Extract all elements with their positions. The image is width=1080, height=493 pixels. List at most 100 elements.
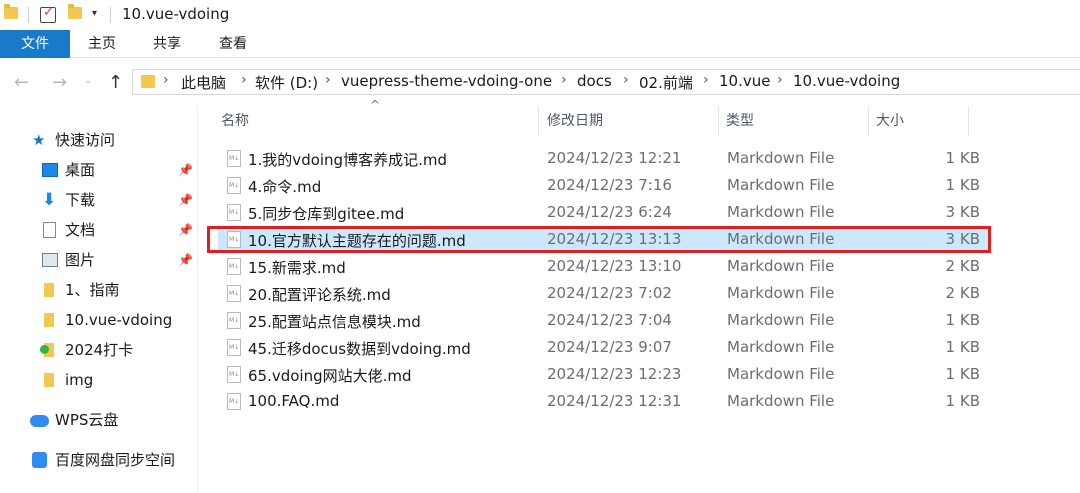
- column-header-type[interactable]: 类型: [726, 106, 754, 136]
- folder-icon: [4, 4, 18, 19]
- pin-icon[interactable]: 📌: [178, 247, 193, 273]
- divider: [28, 7, 29, 23]
- tab-share[interactable]: 共享: [136, 30, 198, 58]
- sidebar-item-label: 文档: [65, 221, 96, 239]
- file-row[interactable]: 100.FAQ.md 2024/12/23 12:31 Markdown File 1…: [218, 389, 990, 415]
- file-date: 2024/12/23 13:10: [547, 257, 682, 275]
- pin-icon[interactable]: 📌: [178, 217, 193, 243]
- back-arrow-icon[interactable]: ←: [14, 72, 29, 93]
- tab-home[interactable]: 主页: [72, 30, 132, 58]
- file-name: 1.我的vdoing博客养成记.md: [248, 151, 447, 169]
- file-row[interactable]: 25.配置站点信息模块.md 2024/12/23 7:04 Markdown Fi…: [218, 308, 990, 334]
- chevron-right-icon[interactable]: ›: [561, 72, 567, 88]
- file-type: Markdown File: [727, 284, 835, 302]
- file-row[interactable]: 10.官方默认主题存在的问题.md 2024/12/23 13:13 Markdow…: [218, 227, 990, 253]
- sidebar-item-pictures[interactable]: 图片 📌: [42, 247, 198, 273]
- sidebar-item-desktop[interactable]: 桌面 📌: [42, 157, 198, 183]
- breadcrumb-drive-d[interactable]: 软件 (D:): [255, 72, 318, 93]
- desktop-icon: [42, 163, 58, 177]
- file-date: 2024/12/23 12:21: [547, 149, 682, 167]
- file-size: 2 KB: [945, 257, 980, 275]
- file-name: 4.命令.md: [248, 178, 322, 196]
- divider: [110, 7, 111, 23]
- chevron-right-icon[interactable]: ›: [241, 72, 247, 88]
- file-date: 2024/12/23 7:16: [547, 176, 672, 194]
- column-divider[interactable]: [968, 106, 969, 136]
- sidebar-item-label: 百度网盘同步空间: [55, 451, 176, 469]
- markdown-file-icon: [227, 258, 241, 275]
- chevron-right-icon[interactable]: ›: [623, 72, 629, 88]
- breadcrumb-vue[interactable]: 10.vue: [719, 72, 770, 90]
- file-name: 5.同步仓库到gitee.md: [248, 205, 405, 223]
- column-header-date[interactable]: 修改日期: [547, 106, 603, 136]
- file-type: Markdown File: [727, 338, 835, 356]
- breadcrumb-vue-vdoing[interactable]: 10.vue-vdoing: [793, 72, 900, 90]
- column-divider[interactable]: [868, 106, 869, 136]
- recent-locations-chevron-icon[interactable]: ⌄: [84, 75, 92, 86]
- file-row[interactable]: 20.配置评论系统.md 2024/12/23 7:02 Markdown File…: [218, 281, 990, 307]
- markdown-file-icon: [227, 366, 241, 383]
- file-date: 2024/12/23 7:04: [547, 311, 672, 329]
- file-size: 2 KB: [945, 284, 980, 302]
- properties-check-icon[interactable]: [40, 5, 56, 23]
- sidebar-item-documents[interactable]: 文档 📌: [42, 217, 198, 243]
- navigation-pane: ★ 快速访问 桌面 📌 ⬇ 下载 📌 文档 📌 图片 📌 1、指南 10.vue…: [0, 106, 198, 493]
- pin-icon[interactable]: 📌: [178, 187, 193, 213]
- file-name: 15.新需求.md: [248, 259, 346, 277]
- chevron-right-icon[interactable]: ›: [163, 72, 169, 88]
- star-icon: ★: [32, 131, 46, 149]
- folder-icon: [141, 75, 155, 88]
- file-name: 65.vdoing网站大佬.md: [248, 367, 412, 385]
- file-row[interactable]: 4.命令.md 2024/12/23 7:16 Markdown File 1 KB: [218, 173, 990, 199]
- pin-icon[interactable]: 📌: [178, 157, 193, 183]
- customize-toolbar-dropdown-icon[interactable]: ▾: [92, 8, 97, 19]
- sort-ascending-icon: ^: [370, 98, 381, 112]
- file-type: Markdown File: [727, 203, 835, 221]
- sidebar-item-label: img: [65, 371, 94, 389]
- file-size: 1 KB: [945, 149, 980, 167]
- file-size: 1 KB: [945, 311, 980, 329]
- sidebar-item-downloads[interactable]: ⬇ 下载 📌: [42, 187, 198, 213]
- file-type: Markdown File: [727, 392, 835, 410]
- markdown-file-icon: [227, 312, 241, 329]
- tab-file[interactable]: 文件: [0, 30, 70, 58]
- file-row[interactable]: 45.迁移docus数据到vdoing.md 2024/12/23 9:07 Mar…: [218, 335, 990, 361]
- markdown-file-icon: [227, 393, 241, 410]
- file-row[interactable]: 65.vdoing网站大佬.md 2024/12/23 12:23 Markdown…: [218, 362, 990, 388]
- navigation-bar: ← → ⌄ ↑ › 此电脑 › 软件 (D:) › vuepress-theme…: [0, 58, 1080, 106]
- address-bar[interactable]: › 此电脑 › 软件 (D:) › vuepress-theme-vdoing-…: [132, 69, 1080, 95]
- sidebar-item-label: WPS云盘: [55, 411, 119, 429]
- tab-view[interactable]: 查看: [202, 30, 264, 58]
- forward-arrow-icon[interactable]: →: [52, 72, 67, 93]
- picture-icon: [42, 253, 58, 267]
- new-folder-icon[interactable]: [68, 4, 82, 19]
- title-bar: ▾ 10.vue-vdoing: [0, 0, 1080, 30]
- sidebar-item-label: 1、指南: [65, 281, 120, 299]
- file-size: 1 KB: [945, 365, 980, 383]
- cloud-icon: [30, 415, 49, 427]
- breadcrumb-this-pc[interactable]: 此电脑: [181, 72, 226, 93]
- breadcrumb-vuepress-theme[interactable]: vuepress-theme-vdoing-one: [341, 72, 552, 90]
- file-name: 100.FAQ.md: [248, 392, 340, 410]
- column-header-size[interactable]: 大小: [876, 106, 904, 136]
- file-row[interactable]: 5.同步仓库到gitee.md 2024/12/23 6:24 Markdown F…: [218, 200, 990, 226]
- markdown-file-icon: [227, 177, 241, 194]
- file-name: 10.官方默认主题存在的问题.md: [248, 232, 466, 250]
- file-row[interactable]: 1.我的vdoing博客养成记.md 2024/12/23 12:21 Markdo…: [218, 146, 990, 172]
- sidebar-item-label: 下载: [65, 191, 96, 209]
- chevron-right-icon[interactable]: ›: [777, 72, 783, 88]
- column-header-name[interactable]: 名称: [221, 106, 249, 136]
- sidebar-item-label: 快速访问: [55, 131, 116, 149]
- file-size: 1 KB: [945, 176, 980, 194]
- chevron-right-icon[interactable]: ›: [325, 72, 331, 88]
- file-row[interactable]: 15.新需求.md 2024/12/23 13:10 Markdown File 2 …: [218, 254, 990, 280]
- column-divider[interactable]: [718, 106, 719, 136]
- file-size: 1 KB: [945, 392, 980, 410]
- chevron-right-icon[interactable]: ›: [703, 72, 709, 88]
- document-icon: [43, 222, 56, 238]
- breadcrumb-frontend[interactable]: 02.前端: [639, 72, 693, 93]
- sync-ok-icon: [40, 345, 49, 354]
- up-arrow-icon[interactable]: ↑: [108, 72, 123, 93]
- column-divider[interactable]: [538, 106, 539, 136]
- breadcrumb-docs[interactable]: docs: [577, 72, 612, 90]
